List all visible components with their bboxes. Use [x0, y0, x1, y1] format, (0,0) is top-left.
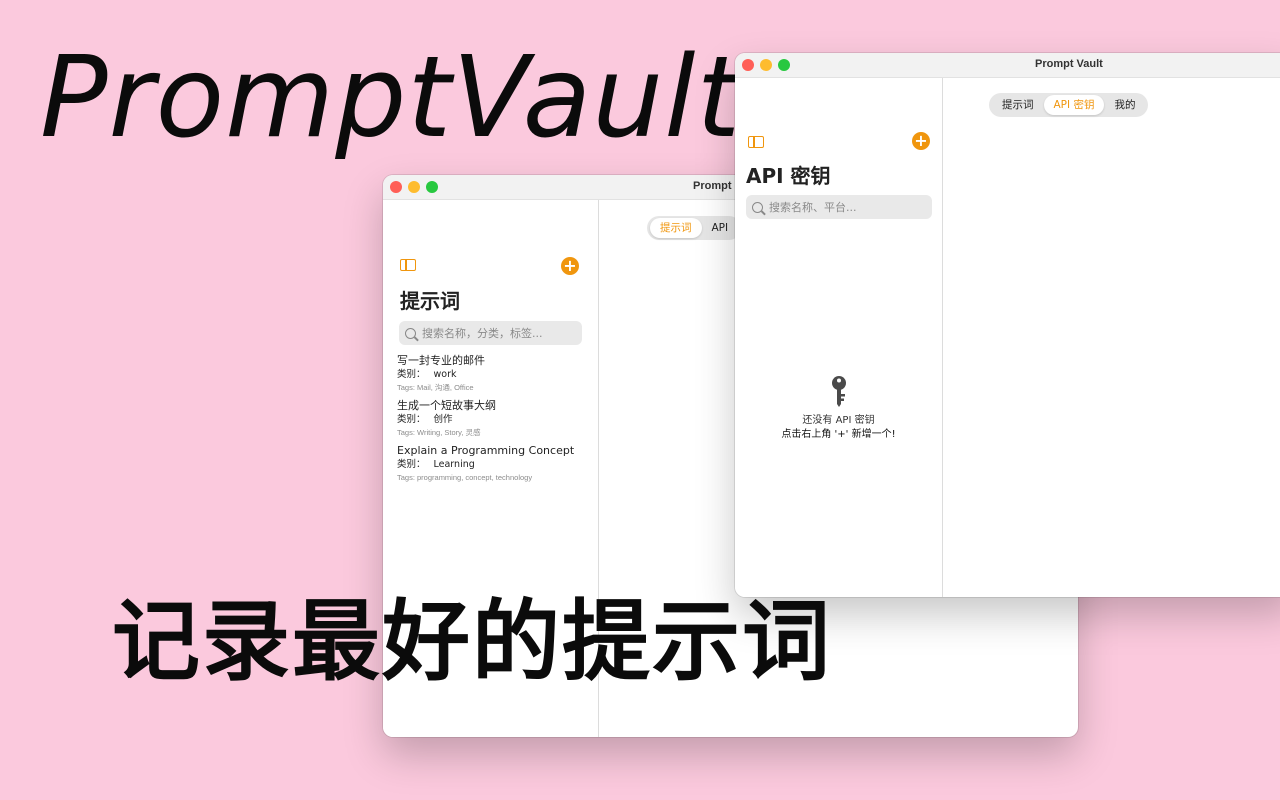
item-tags: Tags: Writing, Story, 灵感: [397, 428, 481, 437]
item-category: 类别： Learning: [397, 459, 475, 470]
item-tags: Tags: Mail, 沟通, Office: [397, 383, 474, 392]
brand-title: PromptVault: [40, 33, 742, 163]
empty-message: 还没有 API 密钥: [802, 415, 875, 426]
window-title: Prompt: [693, 180, 732, 192]
tab-api[interactable]: API: [702, 218, 739, 238]
tab-bar: 提示词 API 密钥 我的: [989, 93, 1149, 117]
empty-state: 还没有 API 密钥 点击右上角 '+' 新增一个!: [735, 374, 942, 442]
sidebar-toggle-icon[interactable]: [748, 136, 764, 148]
slogan: 记录最好的提示词: [112, 590, 833, 693]
page-title: 提示词: [400, 289, 460, 313]
close-button[interactable]: [742, 59, 754, 71]
search-icon: [405, 327, 416, 339]
search-icon: [752, 201, 763, 213]
item-category: 类别： 创作: [397, 414, 453, 425]
tab-prompts[interactable]: 提示词: [650, 218, 702, 238]
list-item[interactable]: 写一封专业的邮件 类别： work Tags: Mail, 沟通, Office: [397, 353, 587, 393]
add-button[interactable]: +: [912, 132, 930, 150]
list-item[interactable]: 生成一个短故事大纲 类别： 创作 Tags: Writing, Story, 灵感: [397, 398, 587, 438]
tab-prompts[interactable]: 提示词: [992, 95, 1044, 115]
page-title: API 密钥: [746, 164, 831, 188]
add-button[interactable]: +: [561, 257, 579, 275]
search-field[interactable]: [399, 321, 582, 345]
item-title: Explain a Programming Concept: [397, 444, 575, 457]
list-item[interactable]: Explain a Programming Concept 类别： Learnin…: [397, 443, 587, 483]
search-input[interactable]: [769, 200, 919, 214]
zoom-button[interactable]: [426, 181, 438, 193]
zoom-button[interactable]: [778, 59, 790, 71]
tab-api-keys[interactable]: API 密钥: [1043, 95, 1105, 115]
sidebar: + API 密钥 还没有 API 密钥 点击右上角 '+' 新增一个!: [735, 78, 943, 597]
close-button[interactable]: [390, 181, 402, 193]
item-category: 类别： work: [397, 369, 457, 380]
front-window: Prompt Vault + API 密钥 还没有 API 密钥 点击右上角 '…: [735, 53, 1280, 597]
search-field[interactable]: [746, 195, 932, 219]
item-title: 生成一个短故事大纲: [397, 399, 496, 412]
empty-hint: 点击右上角 '+' 新增一个!: [781, 429, 896, 440]
search-input[interactable]: [422, 326, 572, 340]
minimize-button[interactable]: [408, 181, 420, 193]
item-title: 写一封专业的邮件: [397, 354, 485, 367]
item-tags: Tags: programming, concept, technology: [397, 473, 533, 482]
prompt-list: 写一封专业的邮件 类别： work Tags: Mail, 沟通, Office …: [397, 353, 587, 488]
window-title: Prompt Vault: [1035, 58, 1103, 70]
sidebar-toggle-icon[interactable]: [400, 259, 416, 271]
front-window-titlebar: Prompt Vault: [735, 53, 1280, 78]
minimize-button[interactable]: [760, 59, 772, 71]
tab-profile[interactable]: 我的: [1104, 95, 1145, 115]
key-icon: [828, 374, 850, 408]
tab-bar: 提示词 API: [647, 216, 742, 240]
